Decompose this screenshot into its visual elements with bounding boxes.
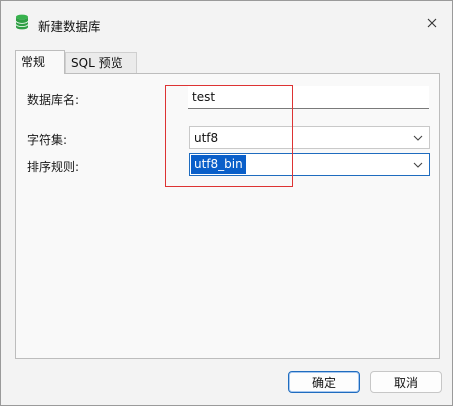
close-button[interactable] [421, 12, 443, 34]
window-title: 新建数据库 [38, 19, 101, 34]
charset-value: utf8 [194, 131, 219, 145]
tab-general[interactable]: 常规 [15, 50, 65, 74]
title-bar: 新建数据库 [1, 1, 452, 35]
database-icon [15, 14, 29, 30]
db-name-label: 数据库名: [27, 93, 80, 107]
charset-label: 字符集: [27, 133, 68, 147]
collation-label: 排序规则: [27, 160, 80, 174]
chevron-down-icon [413, 162, 423, 168]
charset-select[interactable]: utf8 [189, 126, 430, 149]
chevron-down-icon [413, 135, 423, 141]
new-database-dialog: 新建数据库 常规 SQL 预览 数据库名: 字符集: utf8 排序规则: ut… [0, 0, 453, 406]
tab-sql-preview[interactable]: SQL 预览 [65, 52, 137, 74]
cancel-button[interactable]: 取消 [370, 371, 442, 393]
general-panel [15, 73, 440, 359]
ok-button[interactable]: 确定 [288, 371, 360, 393]
collation-value: utf8_bin [191, 155, 246, 174]
db-name-input[interactable] [188, 86, 429, 109]
close-icon [427, 18, 437, 28]
collation-select[interactable]: utf8_bin [189, 153, 430, 176]
